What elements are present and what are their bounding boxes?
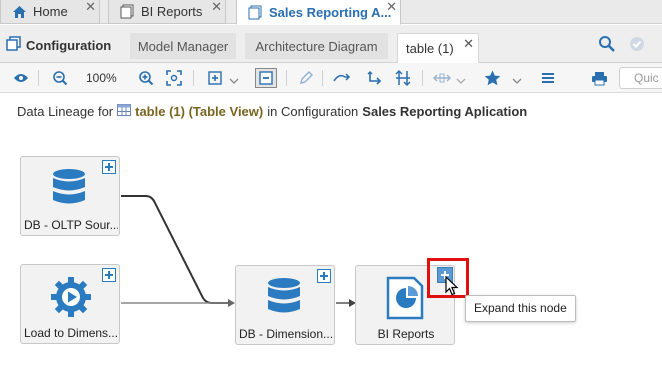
- node-label: DB - OLTP Sour...: [24, 218, 118, 232]
- node-label: Load to Dimens...: [24, 326, 118, 340]
- node-label: BI Reports: [377, 327, 435, 341]
- node-db-oltp-source[interactable]: DB - OLTP Sour...: [20, 156, 120, 236]
- app-window: Home ✕ BI Reports ✕ Sales Reporting A...…: [0, 0, 662, 371]
- expand-node-button[interactable]: [102, 268, 116, 282]
- edge-oltp-to-dimension: [121, 195, 228, 304]
- node-load-to-dimension[interactable]: Load to Dimens...: [20, 264, 120, 344]
- arrowhead: [228, 299, 235, 307]
- expand-node-button[interactable]: [102, 160, 116, 174]
- report-icon: [386, 276, 426, 323]
- database-icon: [264, 276, 304, 323]
- node-db-dimension[interactable]: DB - Dimension...: [235, 265, 335, 345]
- node-label: DB - Dimension...: [239, 327, 333, 341]
- expand-node-button[interactable]: [317, 269, 331, 283]
- gear-play-icon: [49, 275, 93, 322]
- tooltip: Expand this node: [465, 295, 576, 322]
- mouse-pointer-icon: [445, 275, 459, 299]
- database-icon: [49, 167, 89, 214]
